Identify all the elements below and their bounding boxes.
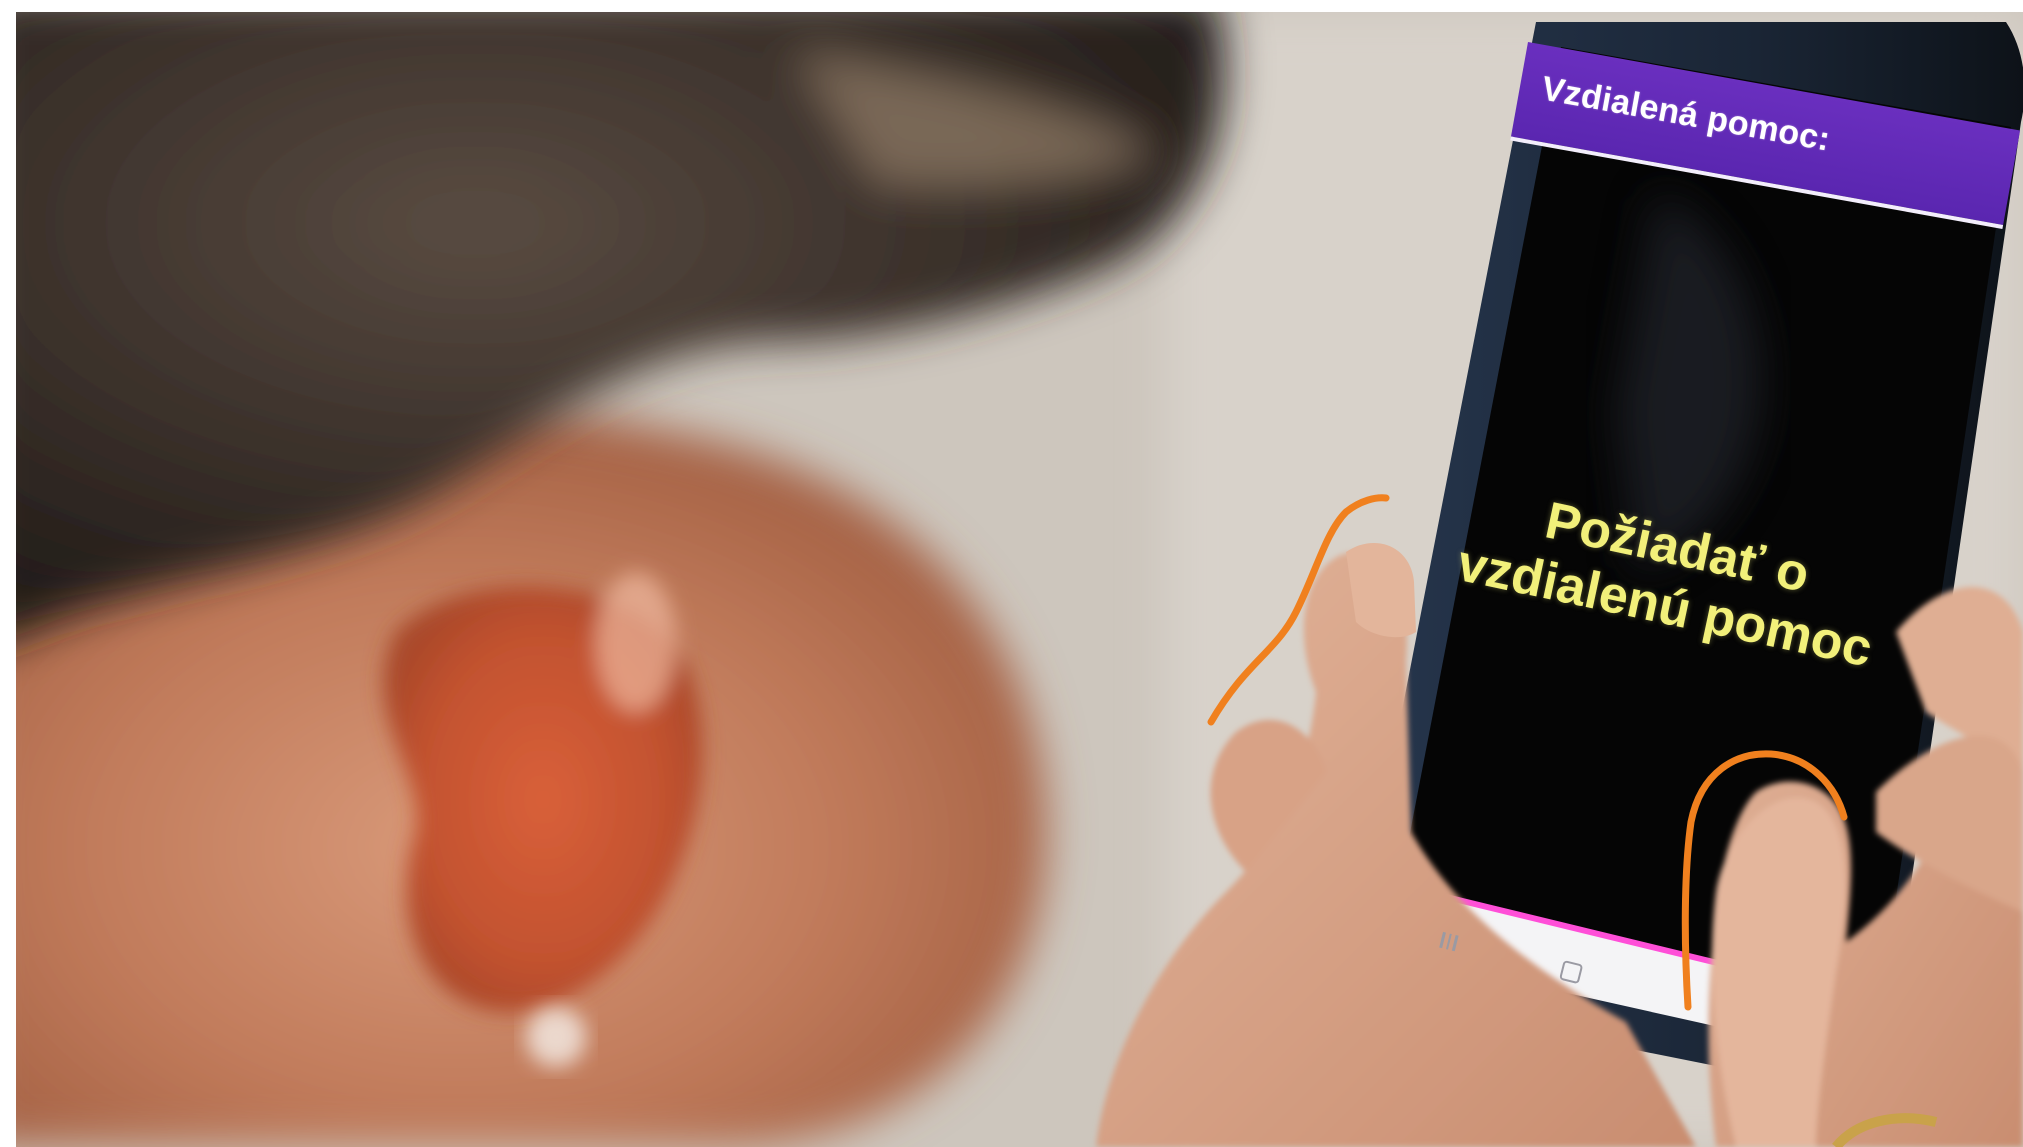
home-icon[interactable] (1548, 953, 1594, 992)
recent-apps-icon[interactable] (1426, 922, 1472, 961)
photo: Vzdialená pomoc: Požiadať o vzdialenú po… (16, 12, 2023, 1147)
